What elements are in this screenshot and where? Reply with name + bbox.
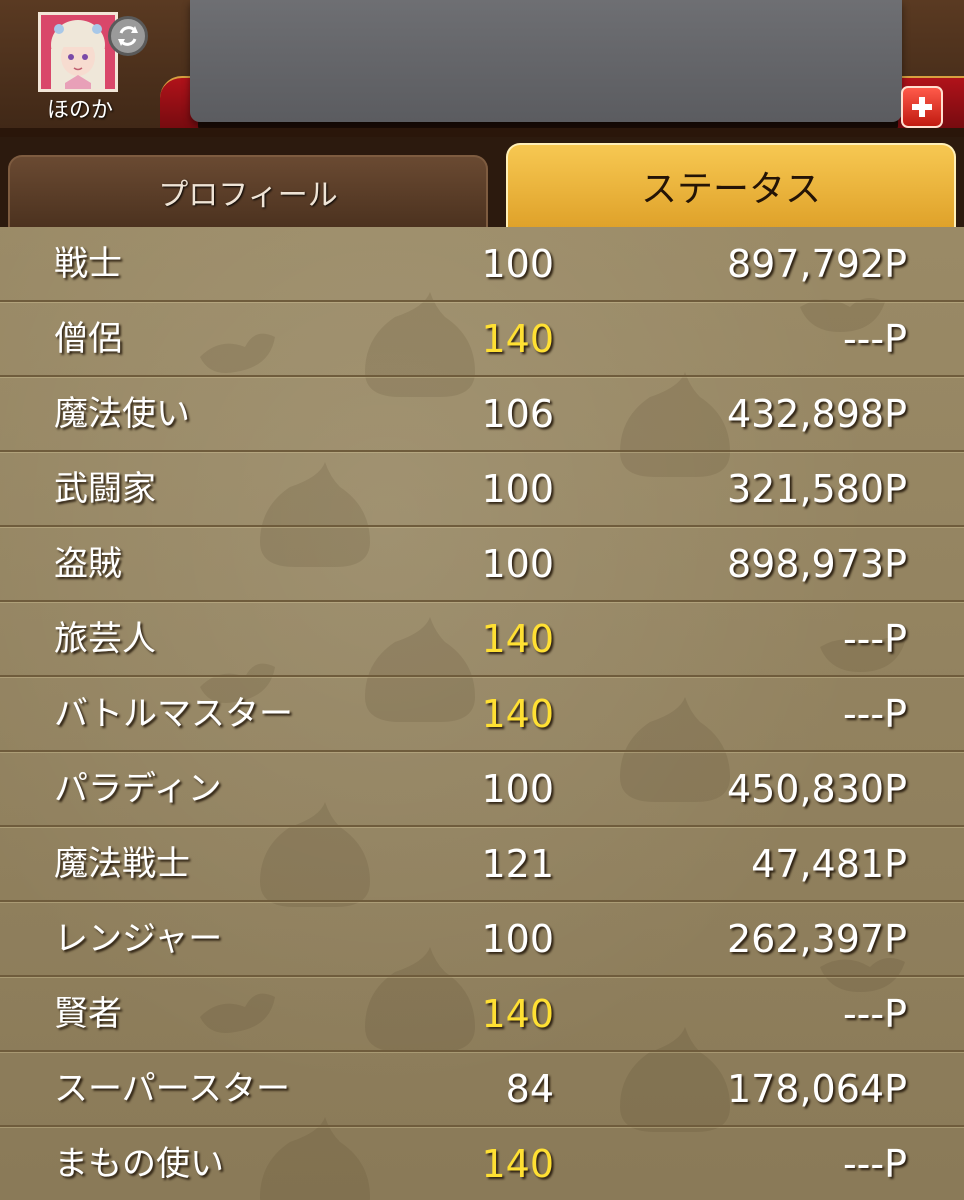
job-name: 盗賊	[54, 544, 122, 584]
tab-bar: プロフィール ステータス	[0, 137, 964, 227]
character-header: ほのか	[0, 0, 964, 137]
job-row[interactable]: 旅芸人 140 ---P	[0, 602, 964, 677]
job-points: ---P	[842, 317, 907, 361]
job-level-list: 戦士 100 897,792P 僧侶 140 ---P 魔法使い 106 432,898P 武闘家…	[0, 227, 964, 1200]
header-divider	[0, 128, 964, 137]
tab-profile[interactable]: プロフィール	[8, 155, 488, 227]
job-name: 旅芸人	[54, 619, 156, 659]
character-avatar-icon	[41, 15, 115, 89]
job-level: 140	[481, 617, 554, 661]
job-level: 100	[481, 242, 554, 286]
plus-button[interactable]	[901, 86, 943, 128]
job-level: 106	[481, 392, 554, 436]
job-points: 262,397P	[726, 917, 907, 961]
job-name: まもの使い	[54, 1144, 224, 1184]
job-name: バトルマスター	[54, 694, 294, 734]
job-level: 140	[481, 317, 554, 361]
plus-icon	[912, 97, 932, 117]
job-row[interactable]: 盗賊 100 898,973P	[0, 527, 964, 602]
job-row[interactable]: スーパースター 84 178,064P	[0, 1052, 964, 1127]
job-points: ---P	[842, 692, 907, 736]
job-points: 432,898P	[726, 392, 907, 436]
job-level: 140	[481, 1142, 554, 1186]
job-row[interactable]: 賢者 140 ---P	[0, 977, 964, 1052]
job-points: 450,830P	[726, 767, 907, 811]
job-row[interactable]: 魔法使い 106 432,898P	[0, 377, 964, 452]
hidden-info-overlay	[190, 0, 902, 122]
job-row[interactable]: 武闘家 100 321,580P	[0, 452, 964, 527]
job-row[interactable]: パラディン 100 450,830P	[0, 752, 964, 827]
job-name: 魔法使い	[54, 394, 190, 434]
job-row[interactable]: レンジャー 100 262,397P	[0, 902, 964, 977]
tab-status[interactable]: ステータス	[506, 143, 956, 227]
job-row[interactable]: バトルマスター 140 ---P	[0, 677, 964, 752]
job-name: 僧侶	[54, 319, 122, 359]
job-name: 魔法戦士	[54, 844, 190, 884]
job-points: 321,580P	[726, 467, 907, 511]
job-level: 100	[481, 767, 554, 811]
job-level: 100	[481, 542, 554, 586]
character-name: ほのか	[46, 98, 113, 123]
job-name: パラディン	[54, 769, 222, 809]
job-points: ---P	[842, 617, 907, 661]
job-points: 47,481P	[751, 842, 907, 886]
job-name: 戦士	[54, 244, 122, 284]
job-rows: 戦士 100 897,792P 僧侶 140 ---P 魔法使い 106 432,898P 武闘家…	[0, 227, 964, 1200]
job-level: 100	[481, 917, 554, 961]
job-level: 140	[481, 992, 554, 1036]
job-points: ---P	[842, 1142, 907, 1186]
job-points: ---P	[842, 992, 907, 1036]
job-name: レンジャー	[54, 919, 223, 959]
job-row[interactable]: まもの使い 140 ---P	[0, 1127, 964, 1200]
job-level: 84	[505, 1067, 554, 1111]
swap-character-icon[interactable]	[108, 16, 148, 56]
job-level: 140	[481, 692, 554, 736]
job-level: 121	[481, 842, 554, 886]
job-points: 897,792P	[726, 242, 907, 286]
job-name: 武闘家	[54, 469, 156, 509]
job-level: 100	[481, 467, 554, 511]
job-points: 898,973P	[726, 542, 907, 586]
job-row[interactable]: 戦士 100 897,792P	[0, 227, 964, 302]
job-name: 賢者	[54, 994, 122, 1034]
avatar[interactable]	[38, 12, 118, 92]
job-row[interactable]: 僧侶 140 ---P	[0, 302, 964, 377]
job-points: 178,064P	[726, 1067, 907, 1111]
job-row[interactable]: 魔法戦士 121 47,481P	[0, 827, 964, 902]
job-name: スーパースター	[54, 1069, 290, 1109]
